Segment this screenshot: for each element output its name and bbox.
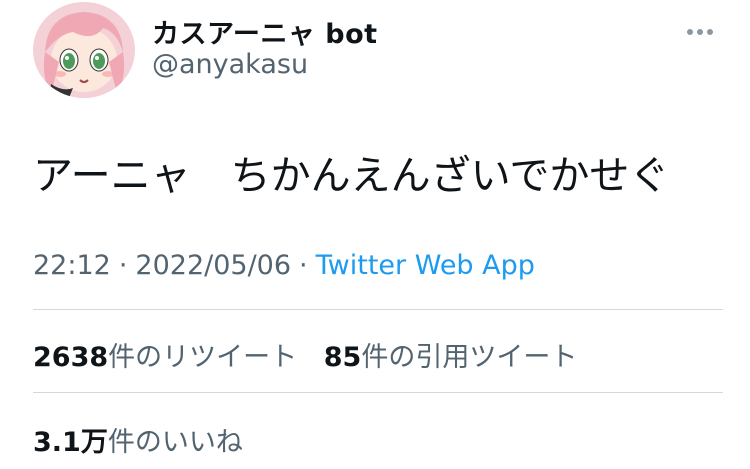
divider	[33, 392, 723, 393]
avatar-illustration	[33, 2, 135, 98]
retweets-stat[interactable]: 2638件のリツイート	[33, 342, 297, 373]
more-horizontal-icon	[685, 20, 715, 39]
tweet-date[interactable]: 2022/05/06	[135, 250, 291, 281]
likes-count: 3.1万	[33, 427, 108, 458]
quotes-count: 85	[323, 342, 362, 373]
meta-separator: ·	[118, 250, 128, 281]
meta-separator: ·	[299, 250, 308, 281]
engagement-stats: 2638件のリツイート 85件の引用ツイート	[33, 335, 595, 374]
retweets-label: 件のリツイート	[108, 342, 298, 373]
quotes-label: 件の引用ツイート	[361, 342, 578, 373]
author-display-name[interactable]: カスアーニャ bot	[152, 12, 378, 51]
quotes-stat[interactable]: 85件の引用ツイート	[324, 342, 578, 373]
tweet-meta: 22:12 · 2022/05/06 · Twitter Web App	[33, 250, 535, 281]
author-handle[interactable]: @anyakasu	[152, 49, 308, 80]
tweet-text: アーニャ ちかんえんざいでかせぐ	[33, 153, 670, 199]
tweet-source-link[interactable]: Twitter Web App	[316, 250, 535, 281]
retweets-count: 2638	[33, 342, 109, 373]
divider	[33, 309, 723, 310]
likes-stat[interactable]: 3.1万件のいいね	[33, 420, 243, 459]
tweet-time[interactable]: 22:12	[33, 250, 111, 281]
avatar[interactable]	[33, 2, 135, 98]
likes-label: 件のいいね	[107, 427, 243, 458]
more-options-button[interactable]	[680, 14, 720, 44]
